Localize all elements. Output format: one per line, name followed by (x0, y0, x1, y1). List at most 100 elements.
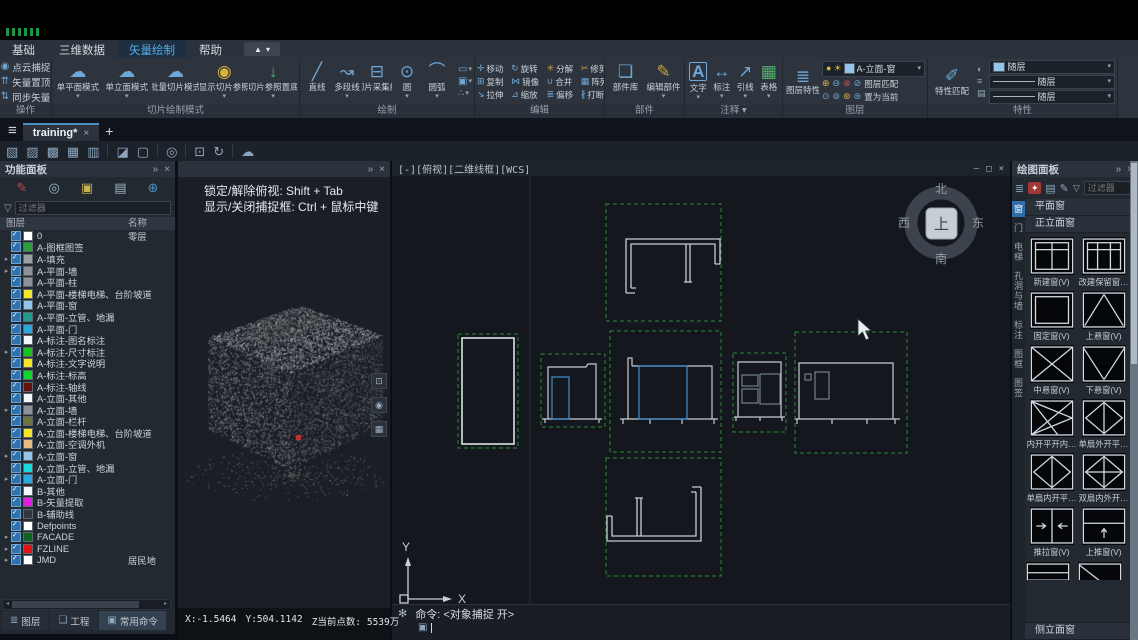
layer-color-swatch[interactable] (23, 544, 33, 554)
category-tab[interactable]: 窗 (1012, 201, 1025, 217)
category-tab[interactable]: 图签 (1012, 375, 1025, 401)
ribbon-button[interactable]: ✳ 分解 ▾ (547, 63, 579, 75)
ribbon-button[interactable]: ⌒ 圆弧 ▾ (422, 59, 452, 104)
ribbon-button[interactable]: ≣ 偏移 ▾ (547, 89, 579, 101)
layer-visible-checkbox[interactable] (11, 428, 21, 438)
layer-color-swatch[interactable] (23, 370, 33, 380)
layer-visible-checkbox[interactable] (11, 439, 21, 449)
layer-row[interactable]: ▸ FACADE (0, 531, 175, 543)
set-current-layer-button[interactable]: 置为当前 (864, 91, 898, 103)
panel-tab[interactable]: ▣ 常用命令 (99, 611, 165, 630)
collapse-icon[interactable]: » (153, 164, 159, 175)
slice-outline[interactable] (462, 338, 514, 444)
layer-tool-icon[interactable]: ⊚ (833, 92, 841, 101)
close-icon[interactable]: × (379, 164, 385, 175)
edit-icon[interactable]: ✎ (1060, 182, 1069, 195)
layer-color-swatch[interactable] (23, 277, 33, 287)
filter-input[interactable] (15, 201, 171, 215)
ribbon-button[interactable]: ↔ 标注 ▾ (711, 59, 734, 104)
layer-match-button[interactable]: 图层匹配 (864, 78, 898, 90)
category-tab[interactable]: 电梯 (1012, 239, 1025, 265)
target-icon[interactable]: ◎ (166, 145, 177, 158)
vertical-scrollbar[interactable] (1130, 161, 1138, 640)
ribbon-button[interactable]: ⊟ 切片采集线 ▾ (362, 59, 392, 104)
ribbon-button[interactable]: ↓ 切片参照置底 ▾ (249, 59, 297, 104)
restore-icon[interactable]: □ (986, 164, 991, 174)
layer-row[interactable]: ▸ A-填充 (0, 253, 175, 265)
bylayer-dropdown[interactable]: 随层 ▾ (989, 90, 1115, 104)
sync-icon[interactable]: ↻ (213, 145, 224, 158)
ribbon-button[interactable]: ☁ 单立面模式 ▾ (103, 59, 151, 104)
ribbon-button[interactable]: ∪ 合并 ▾ (547, 76, 579, 88)
layer-visible-checkbox[interactable] (11, 382, 21, 392)
layer-visible-checkbox[interactable] (11, 544, 21, 554)
layer-row[interactable]: ▸ Defpoints (0, 520, 175, 532)
file-tab[interactable]: training* × (23, 123, 99, 141)
view-cube-icon[interactable]: ▦ (67, 145, 79, 158)
layer-row[interactable]: ▸ A-立面-立管、地漏 (0, 462, 175, 474)
plan-view-top[interactable] (626, 239, 720, 293)
layer-visible-checkbox[interactable] (11, 277, 21, 287)
layer-visible-checkbox[interactable] (11, 266, 21, 276)
layer-visible-checkbox[interactable] (11, 463, 21, 473)
layer-row[interactable]: ▸ A-立面-空调外机 (0, 439, 175, 451)
layer-visible-checkbox[interactable] (11, 416, 21, 426)
layer-color-swatch[interactable] (23, 254, 33, 264)
drawing-canvas[interactable]: 上 北 南 西 东 Y X (392, 161, 1010, 604)
ribbon-button[interactable]: ⊞ 复制 ▾ (477, 76, 509, 88)
layer-color-swatch[interactable] (23, 509, 33, 519)
match-properties-button[interactable]: ✐ 特性匹配 (930, 67, 974, 97)
close-icon[interactable]: × (164, 164, 170, 175)
category-tab[interactable]: 门 (1012, 220, 1025, 236)
eraser-icon[interactable]: ◪ (116, 145, 128, 158)
layer-row[interactable]: ▸ A-标注-文字说明 (0, 358, 175, 370)
window-type-item[interactable]: 单扇外开平… (1078, 399, 1129, 450)
layer-color-swatch[interactable] (23, 347, 33, 357)
point-cloud-icon[interactable]: ☁ (241, 145, 254, 158)
expander-icon[interactable]: ▸ (2, 406, 11, 414)
scroll-right-arrow[interactable]: ▸ (161, 600, 170, 609)
expander-icon[interactable]: ▸ (2, 255, 11, 263)
window-type-item[interactable]: 上悬窗(V) (1078, 291, 1129, 342)
pointcloud-canvas[interactable] (178, 177, 388, 605)
layer-color-swatch[interactable] (23, 416, 33, 426)
window-type-item[interactable]: 中悬窗(V) (1026, 345, 1077, 396)
window-thumbnail[interactable] (1078, 562, 1122, 580)
view-button-icon[interactable]: ▦ (371, 421, 387, 437)
layer-visible-checkbox[interactable] (11, 393, 21, 403)
layer-visible-checkbox[interactable] (11, 254, 21, 264)
layer-visible-checkbox[interactable] (11, 347, 21, 357)
ribbon-button[interactable]: ◉ 点云捕捉 (1, 60, 51, 74)
window-type-item[interactable]: 下悬窗(V) (1078, 345, 1129, 396)
layer-tool-icon[interactable]: ⊛ (843, 92, 851, 101)
list-icon[interactable]: ▤ (114, 180, 126, 196)
ribbon-button[interactable]: ☁ 批量切片模式 ▾ (152, 59, 200, 104)
layer-color-swatch[interactable] (23, 300, 33, 310)
bylayer-dropdown[interactable]: 随层 ▾ (989, 75, 1115, 89)
quick-access-dropdown[interactable]: ▲ ▾ (244, 42, 280, 56)
scrollbar-thumb[interactable] (1131, 163, 1137, 364)
horizontal-scrollbar[interactable]: ◂ ▸ (2, 599, 171, 610)
layer-visible-checkbox[interactable] (11, 451, 21, 461)
layer-dropdown[interactable]: ● ☀ A-立面-窗 ▾ (822, 61, 925, 77)
gear-icon[interactable]: ✻ (398, 607, 407, 620)
scroll-left-arrow[interactable]: ◂ (3, 600, 12, 609)
view-button-icon[interactable]: ◉ (371, 397, 387, 413)
layer-row[interactable]: ▸ A-立面-墙 (0, 404, 175, 416)
layer-color-swatch[interactable] (23, 497, 33, 507)
collapse-icon[interactable]: » (368, 164, 374, 175)
layer-visible-checkbox[interactable] (11, 370, 21, 380)
expander-icon[interactable]: ▸ (2, 475, 11, 483)
layer-visible-checkbox[interactable] (11, 405, 21, 415)
command-input-row[interactable]: ▣ (392, 622, 1010, 633)
ribbon-button[interactable]: ✛ 移动 ▾ (477, 63, 509, 75)
layer-row[interactable]: ▸ A-立面-其他 (0, 392, 175, 404)
expander-icon[interactable]: ▸ (2, 267, 11, 275)
window-type-item[interactable]: 改建保留窗… (1078, 237, 1129, 288)
layer-visible-checkbox[interactable] (11, 358, 21, 368)
layer-visible-checkbox[interactable] (11, 335, 21, 345)
box-icon[interactable]: ▢ (137, 145, 149, 158)
menu-tab[interactable]: 帮助 (187, 40, 234, 58)
section-header-side-elevation-window[interactable]: 侧立面窗 (1025, 622, 1130, 640)
new-tab-button[interactable]: + (105, 123, 113, 139)
